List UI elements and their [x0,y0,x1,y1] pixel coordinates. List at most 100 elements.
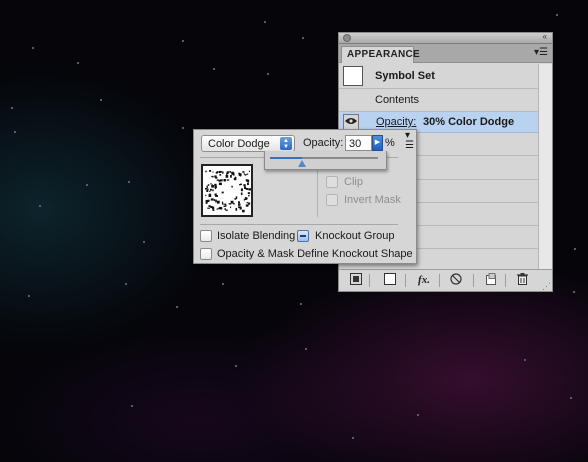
opacity-slider-popup [264,151,387,170]
speckle-dot [210,183,212,185]
speckle-dot [210,198,214,201]
fx-icon[interactable]: fx. [413,273,435,288]
speckle-dot [238,201,240,204]
speckle-dot [229,171,231,173]
panel-toolbar: fx. ⋰ [339,269,552,291]
toolbar-divider [405,274,406,287]
speckle-dot [248,188,252,191]
speckle-dot [218,182,222,186]
trash-icon[interactable] [511,273,533,288]
speckle-dot [215,172,218,174]
speckle-dot [225,204,227,207]
speckle-dot [222,203,224,205]
new-art-basic-appearance-icon[interactable] [345,273,367,288]
panel-menu-icon[interactable]: ▾☰ [534,47,548,58]
transparency-popup: Color Dodge ▲▼ Opacity: ▶ % ▾☰ Clip Inve… [193,129,417,264]
invert-mask-label: Invert Mask [344,194,401,206]
speckle-dot [230,206,232,209]
speckle-dot [208,194,212,197]
opacity-mask-knockout-label: Opacity & Mask Define Knockout Shape [217,248,413,260]
speckle-dot [209,190,211,192]
speckle-dot [248,194,250,197]
speckle-dot [223,179,227,182]
artwork-thumbnail[interactable] [201,164,253,217]
opacity-mask-knockout-checkbox[interactable] [200,248,212,260]
speckle-dot [245,188,249,190]
mask-divider [317,164,318,217]
symbol-thumbnail [343,66,363,86]
speckle-dot [212,175,214,178]
speckle-dot [208,205,211,207]
contents-row[interactable]: Contents [339,89,538,112]
speckle-dot [218,208,221,210]
clear-appearance-icon[interactable] [379,273,401,288]
toolbar-divider [473,274,474,287]
opacity-link[interactable]: Opacity: [376,116,416,128]
speckle-dot [246,173,249,175]
speckle-dot [206,189,209,192]
resize-grip-icon[interactable]: ⋰ [542,282,551,291]
duplicate-item-icon[interactable] [480,273,502,288]
speckle-dot [230,175,232,178]
clip-checkbox[interactable] [326,176,338,188]
speckle-dot [212,209,215,211]
knockout-group-label: Knockout Group [315,230,395,242]
speckle-dot [215,177,218,179]
speckle-dot [222,171,224,174]
speckle-dot [207,184,210,186]
panel-menu-icon[interactable]: ▾☰ [405,131,414,151]
speckle-dot [213,199,216,201]
speckle-dot [234,198,236,200]
speckle-dot [223,205,226,207]
speckle-dot [216,200,220,204]
speckle-dot [219,174,222,176]
toolbar-divider [369,274,370,287]
opacity-value: 30% Color Dodge [423,116,515,128]
speckle-dot [211,184,213,186]
isolate-blending-checkbox[interactable] [200,230,212,242]
percent-label: % [385,137,395,149]
speckle-dot [230,200,234,204]
speckle-dot [215,199,217,203]
speckle-dot [212,171,214,173]
opacity-field[interactable] [345,135,372,151]
speckle-dot [216,208,218,210]
speckle-dot [221,191,224,194]
knockout-group-checkbox[interactable] [297,230,309,242]
eye-icon[interactable] [343,114,359,130]
blend-mode-select[interactable]: Color Dodge ▲ ▼ [201,135,295,152]
speckle-dot [244,197,248,200]
speckle-dot [205,194,207,196]
speckle-dot [214,183,217,186]
clip-label: Clip [344,176,363,188]
speckle-dot [247,183,249,185]
speckle-dot [231,185,233,188]
opacity-label: Opacity: [303,137,344,149]
panel-scrollbar[interactable] [538,64,552,270]
speckle-dot [225,209,228,211]
toolbar-divider [505,274,506,287]
speckle-dot [226,179,230,181]
close-icon[interactable] [343,34,351,42]
speckle-dot [248,170,250,173]
speckle-dot [225,175,229,178]
panel-titlebar[interactable]: « [339,32,552,44]
speckle-dot [211,206,214,208]
opacity-slider-thumb[interactable] [298,160,307,167]
invert-mask-checkbox[interactable] [326,194,338,206]
divider [200,224,398,225]
reduce-icon[interactable] [445,273,467,288]
slider-toggle-arrow-icon[interactable]: ▶ [372,135,383,151]
tab-appearance[interactable]: APPEARANCE [341,46,420,63]
speckle-dot [244,174,247,176]
symbol-set-row[interactable]: Symbol Set [339,64,538,89]
speckle-dot [247,192,251,194]
speckle-dot [205,170,207,173]
toolbar-divider [439,274,440,287]
speckle-dot [242,171,245,173]
double-arrow-icon[interactable]: « [543,32,547,41]
opacity-slider-track[interactable] [270,157,378,159]
speckle-dot [240,188,243,192]
speckle-dot [240,192,243,196]
speckle-dot [238,203,241,206]
